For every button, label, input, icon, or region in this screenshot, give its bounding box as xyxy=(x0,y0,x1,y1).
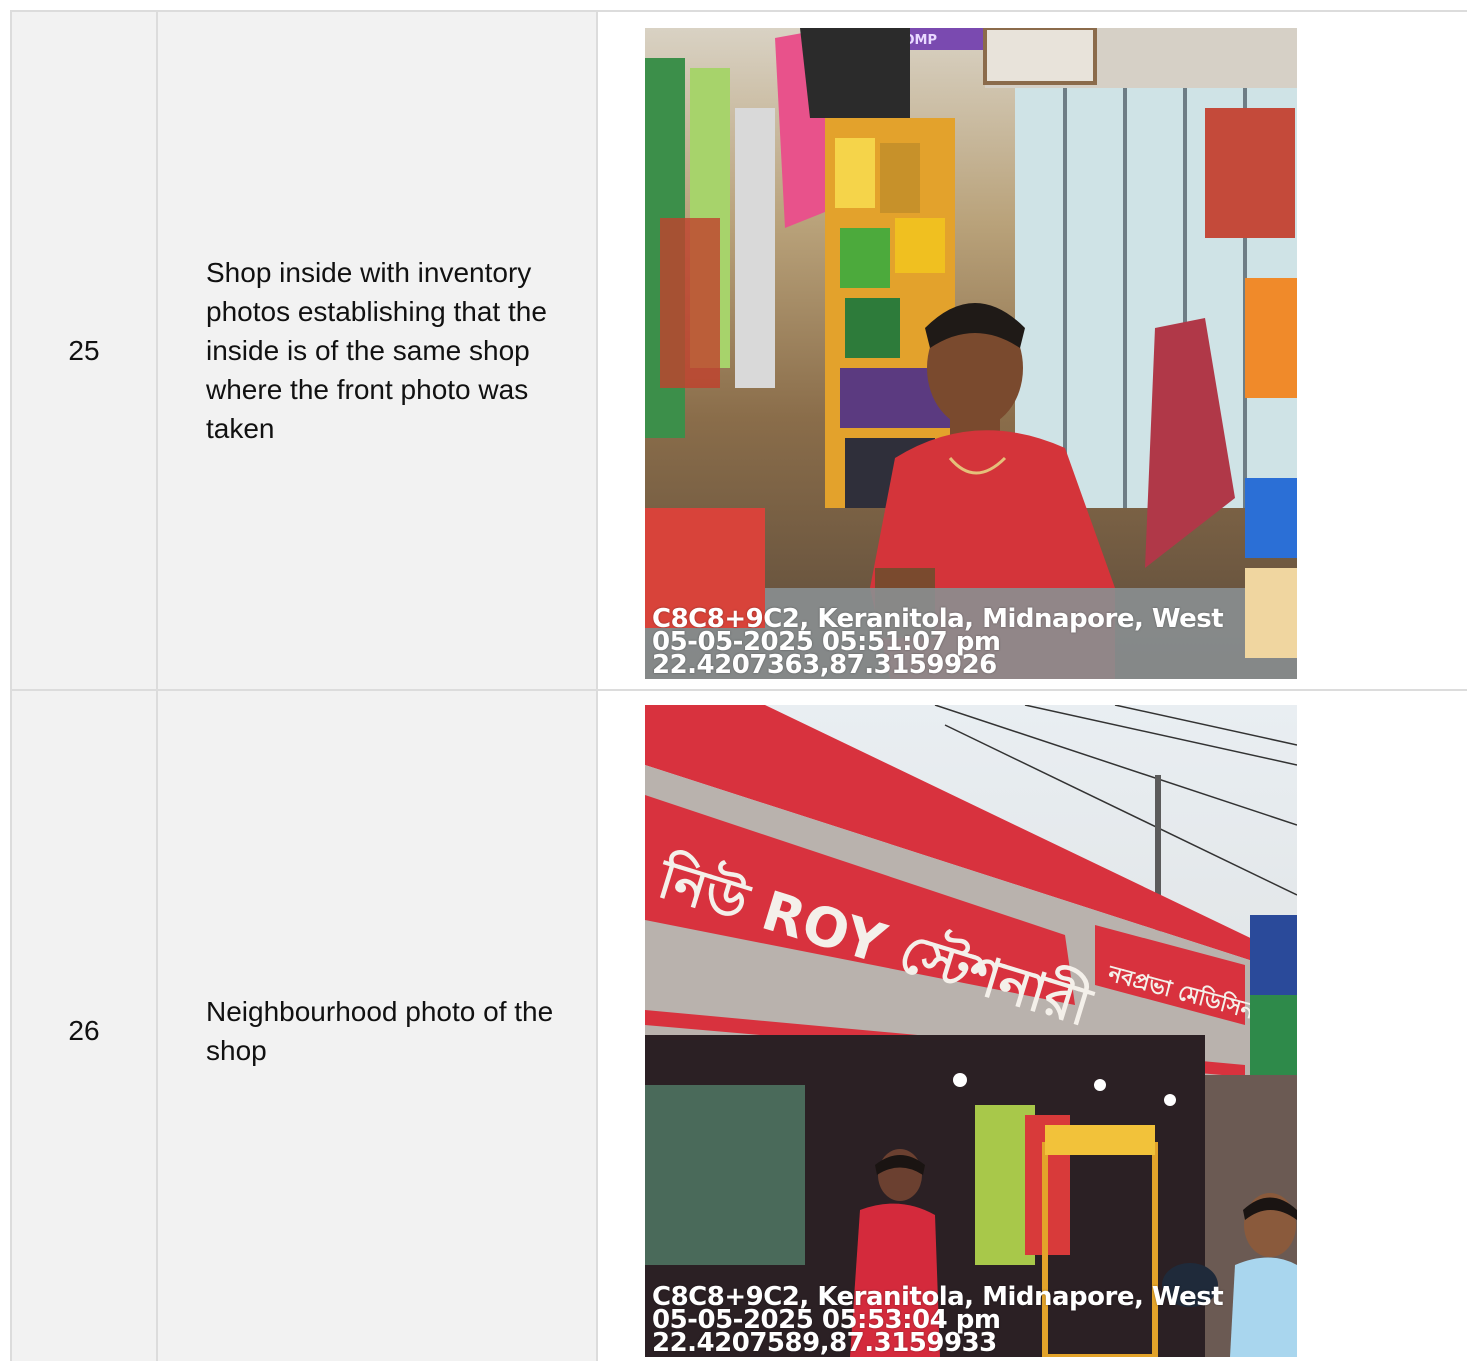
row-number: 25 xyxy=(68,334,100,366)
geotag-overlay: C8C8+9C2, Keranitola, Midnapore, West 05… xyxy=(652,606,1224,679)
document-page: 25 Shop inside with inventory photos est… xyxy=(0,0,1467,1361)
photo-cell: নিউ ROY স্টেশনারী নবপ্রভা মেডিসিন C8C8+9… xyxy=(596,689,1467,1361)
row-number-cell: 25 xyxy=(10,10,158,691)
table-row: 26 Neighbourhood photo of the shop নিউ R… xyxy=(10,689,1467,1361)
table-row: 25 Shop inside with inventory photos est… xyxy=(10,10,1467,691)
photo-cell: CHOMP xyxy=(596,10,1467,691)
description-cell: Shop inside with inventory photos establ… xyxy=(156,10,598,691)
row-number: 26 xyxy=(68,1015,100,1046)
geotag-coordinates: 22.4207589,87.3159933 xyxy=(652,1328,997,1357)
shop-front-photo: নিউ ROY স্টেশনারী নবপ্রভা মেডিসিন C8C8+9… xyxy=(645,705,1297,1357)
photo-evidence-table: 25 Shop inside with inventory photos est… xyxy=(10,10,1467,1361)
shop-front-illustration: নিউ ROY স্টেশনারী নবপ্রভা মেডিসিন xyxy=(645,705,1297,1357)
row-description: Shop inside with inventory photos establ… xyxy=(206,257,547,444)
description-cell: Neighbourhood photo of the shop xyxy=(156,689,598,1361)
shop-interior-photo: CHOMP xyxy=(645,28,1297,679)
geotag-coordinates: 22.4207363,87.3159926 xyxy=(652,650,997,679)
shop-interior-illustration: CHOMP xyxy=(645,28,1297,679)
row-description: Neighbourhood photo of the shop xyxy=(206,996,554,1066)
row-number-cell: 26 xyxy=(10,689,158,1361)
geotag-overlay: C8C8+9C2, Keranitola, Midnapore, West 05… xyxy=(652,1284,1224,1357)
